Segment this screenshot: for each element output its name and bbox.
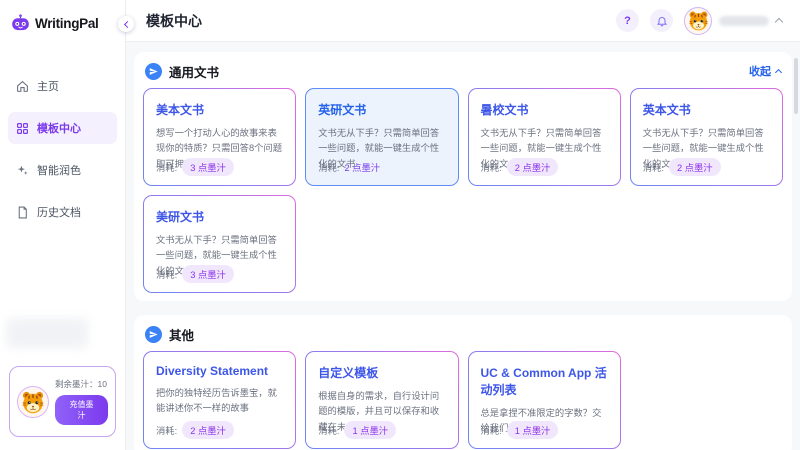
- sidebar-item-label: 主页: [37, 78, 59, 94]
- card-title: 美本文书: [156, 101, 283, 118]
- sidebar-item-history-docs[interactable]: 历史文档: [8, 196, 117, 228]
- cost-label: 消耗:: [156, 160, 177, 174]
- section-header: 其他: [145, 325, 781, 343]
- card-description: 把你的独特经历告诉墨宝，就能讲述你不一样的故事: [156, 386, 283, 417]
- card-title: Diversity Statement: [156, 364, 283, 378]
- home-icon: [16, 80, 29, 93]
- sidebar-item-label: 智能润色: [37, 162, 81, 178]
- cost-label: 消耗:: [318, 160, 339, 174]
- topbar-right: ?: [616, 7, 782, 35]
- template-card[interactable]: 暑校文书文书无从下手？只需简单回答一些问题，就能一键生成个性化的文书消耗:2 点…: [468, 88, 621, 186]
- section-send-icon: [145, 326, 162, 343]
- sidebar-item-home[interactable]: 主页: [8, 70, 117, 102]
- ink-cost-badge: 2 点墨汁: [344, 158, 380, 176]
- ink-cost-badge: 2 点墨汁: [507, 158, 559, 176]
- template-card[interactable]: 美研文书文书无从下手？只需简单回答一些问题，就能一键生成个性化的文书消耗:3 点…: [143, 195, 296, 293]
- grid-icon: [16, 122, 29, 135]
- cost-label: 消耗:: [643, 160, 664, 174]
- card-title: 英研文书: [318, 101, 445, 118]
- ink-cost-badge: 1 点墨汁: [344, 421, 396, 439]
- card-title: UC & Common App 活动列表: [481, 364, 608, 398]
- sidebar-item-label: 历史文档: [37, 204, 81, 220]
- sidebar-item-label: 模板中心: [37, 120, 81, 136]
- cost-label: 消耗:: [481, 160, 502, 174]
- ink-cost-badge: 2 点墨汁: [669, 158, 721, 176]
- send-icon: [149, 330, 158, 339]
- mascot-tiger-avatar: [17, 386, 49, 418]
- card-title: 美研文书: [156, 208, 283, 225]
- user-avatar: [684, 7, 712, 35]
- template-card-grid: 美本文书想写一个打动人心的故事来表现你的特质？只需回答8个问题即可拥有消耗:3 …: [143, 88, 783, 293]
- cost-label: 消耗:: [318, 423, 339, 437]
- chevron-icon: [775, 18, 783, 26]
- help-button[interactable]: ?: [616, 9, 639, 32]
- card-cost: 消耗: 2 点墨汁: [318, 158, 380, 176]
- sidebar-item-template-center[interactable]: 模板中心: [8, 112, 117, 144]
- notifications-button[interactable]: [650, 9, 673, 32]
- page-title: 模板中心: [146, 11, 202, 31]
- section-send-icon: [145, 63, 162, 80]
- blurred-sidebar-content: [6, 318, 88, 348]
- sparkles-icon: [16, 164, 29, 177]
- chevron-left-icon: [123, 20, 130, 27]
- cost-label: 消耗:: [156, 423, 177, 437]
- app-logo: WritingPal: [0, 0, 125, 44]
- ink-balance-card: 剩余墨汁：10 充值墨汁: [9, 366, 116, 437]
- robot-logo-icon: [10, 13, 31, 34]
- sidebar-nav: 主页 模板中心 智能润色 历史文档: [0, 70, 125, 228]
- app-name: WritingPal: [35, 16, 99, 31]
- ink-remaining-label: 剩余墨汁：10: [55, 378, 108, 390]
- ink-cost-badge: 3 点墨汁: [182, 158, 234, 176]
- card-cost: 消耗: 3 点墨汁: [156, 158, 234, 176]
- card-cost: 消耗: 1 点墨汁: [318, 421, 396, 439]
- card-cost: 消耗: 2 点墨汁: [481, 158, 559, 176]
- template-card[interactable]: 自定义模板根据自身的需求，自行设计问题的模版，并且可以保存和收藏在未来使用消耗:…: [305, 351, 458, 449]
- template-section: 通用文书 收起美本文书想写一个打动人心的故事来表现你的特质？只需回答8个问题即可拥…: [134, 52, 792, 301]
- card-title: 英本文书: [643, 101, 770, 118]
- card-cost: 消耗: 2 点墨汁: [643, 158, 721, 176]
- main-area: 模板中心 ? 通用文书收起美本文书想写一个打动人心的故事来表现你的特质？只: [126, 0, 800, 450]
- section-collapse-button[interactable]: 收起: [749, 63, 781, 79]
- sidebar: WritingPal 主页 模板中心 智能润色 历史文档: [0, 0, 126, 450]
- card-cost: 消耗: 2 点墨汁: [156, 421, 234, 439]
- card-title: 暑校文书: [481, 101, 608, 118]
- recharge-ink-button[interactable]: 充值墨汁: [55, 395, 108, 425]
- cost-label: 消耗:: [156, 267, 177, 281]
- card-cost: 消耗: 1 点墨汁: [481, 421, 559, 439]
- template-card[interactable]: UC & Common App 活动列表总是拿捏不准限定的字数？交给我们!消耗:…: [468, 351, 621, 449]
- send-icon: [149, 67, 158, 76]
- section-header: 通用文书 收起: [145, 62, 781, 80]
- topbar: 模板中心 ?: [126, 0, 800, 42]
- template-section: 其他 Diversity Statement 把你的独特经历告诉墨宝，就能讲述你不一…: [134, 315, 792, 450]
- template-card[interactable]: 美本文书想写一个打动人心的故事来表现你的特质？只需回答8个问题即可拥有消耗:3 …: [143, 88, 296, 186]
- help-icon: ?: [624, 15, 631, 27]
- template-card[interactable]: Diversity Statement 把你的独特经历告诉墨宝，就能讲述你不一样的…: [143, 351, 296, 449]
- template-card[interactable]: 英研文书文书无从下手？只需简单回答一些问题，就能一键生成个性化的文书消耗:2 点…: [305, 88, 458, 186]
- card-title: 自定义模板: [318, 364, 445, 381]
- bell-icon: [656, 15, 668, 27]
- vertical-scrollbar-thumb[interactable]: [794, 58, 798, 114]
- section-title: 通用文书: [169, 62, 219, 81]
- template-card[interactable]: 英本文书文书无从下手？只需简单回答一些问题，就能一键生成个性化的文书消耗:2 点…: [630, 88, 783, 186]
- ink-info: 剩余墨汁：10 充值墨汁: [55, 378, 108, 425]
- template-card-grid: Diversity Statement 把你的独特经历告诉墨宝，就能讲述你不一样的…: [143, 351, 783, 449]
- card-cost: 消耗: 3 点墨汁: [156, 265, 234, 283]
- template-content: 通用文书 收起美本文书想写一个打动人心的故事来表现你的特质？只需回答8个问题即可拥…: [126, 42, 800, 450]
- username-redacted: [719, 16, 769, 26]
- writingpal-app: WritingPal 主页 模板中心 智能润色 历史文档: [0, 0, 800, 450]
- sidebar-collapse-button[interactable]: [118, 16, 134, 32]
- collapse-label: 收起: [749, 63, 771, 79]
- cost-label: 消耗:: [481, 423, 502, 437]
- ink-cost-badge: 1 点墨汁: [507, 421, 559, 439]
- sidebar-item-smart-polish[interactable]: 智能润色: [8, 154, 117, 186]
- user-menu[interactable]: [684, 7, 782, 35]
- ink-cost-badge: 3 点墨汁: [182, 265, 234, 283]
- document-icon: [16, 206, 29, 219]
- chevron-up-icon: [775, 69, 782, 76]
- section-title: 其他: [169, 325, 194, 344]
- ink-cost-badge: 2 点墨汁: [182, 421, 234, 439]
